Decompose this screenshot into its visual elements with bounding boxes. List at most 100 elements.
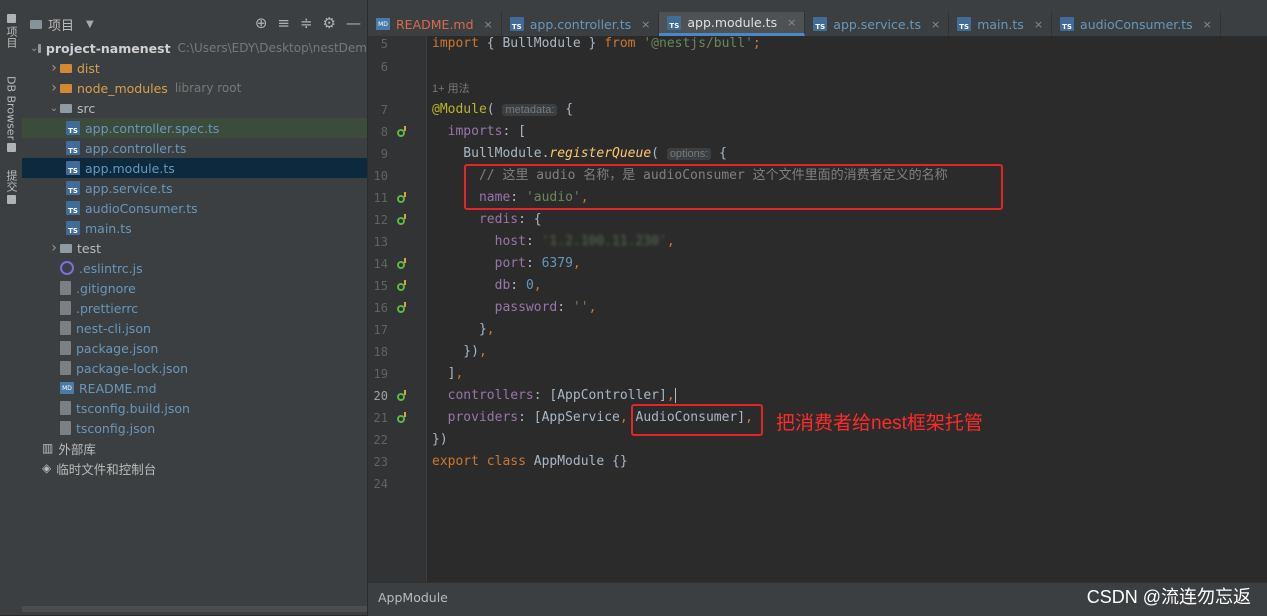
- close-icon[interactable]: ×: [787, 16, 796, 29]
- code-line-13: host: '1.2.100.11.230',: [494, 234, 675, 249]
- close-icon[interactable]: ×: [931, 18, 940, 31]
- tree-item[interactable]: TS main.ts: [22, 218, 367, 238]
- close-icon[interactable]: ×: [484, 18, 493, 31]
- watermark: CSDN @流连勿忘返: [1086, 587, 1251, 607]
- chevron-right-icon[interactable]: ›: [48, 80, 60, 96]
- implementation-marker-icon[interactable]: [397, 390, 406, 401]
- tree-item[interactable]: ◈ 临时文件和控制台: [22, 458, 367, 478]
- tree-item-label: app.controller.spec.ts: [85, 120, 220, 136]
- tree-item[interactable]: .prettierrc: [22, 298, 367, 318]
- tree-item[interactable]: ▥ 外部库: [22, 438, 367, 458]
- code-line-17: },: [432, 322, 495, 337]
- tree-item-label: .eslintrc.js: [79, 260, 143, 276]
- tree-item-label: tsconfig.json: [76, 420, 156, 436]
- tree-item[interactable]: .gitignore: [22, 278, 367, 298]
- tree-item[interactable]: › node_modules library root: [22, 78, 367, 98]
- close-icon[interactable]: ×: [641, 18, 650, 31]
- markdown-file-icon: MD: [60, 382, 74, 394]
- tree-item[interactable]: tsconfig.json: [22, 418, 367, 438]
- breadcrumb-appmodule[interactable]: AppModule: [378, 590, 448, 605]
- code-line-16: password: '',: [494, 300, 597, 315]
- tree-item[interactable]: package.json: [22, 338, 367, 358]
- line-number: 10: [373, 169, 388, 183]
- tree-item-label: 外部库: [58, 441, 96, 457]
- tree-item[interactable]: tsconfig.build.json: [22, 398, 367, 418]
- line-number: 16: [373, 301, 388, 315]
- tree-item-label: dist: [77, 60, 100, 76]
- tree-item[interactable]: TS app.controller.spec.ts: [22, 118, 367, 138]
- line-number: 14: [373, 257, 388, 271]
- commit-icon: [6, 195, 16, 204]
- tree-item-label: app.service.ts: [85, 180, 173, 196]
- gear-icon[interactable]: ⚙: [323, 14, 336, 32]
- project-tool-tab[interactable]: 项目: [3, 14, 19, 48]
- tree-item[interactable]: TS app.service.ts: [22, 178, 367, 198]
- tree-item[interactable]: › test: [22, 238, 367, 258]
- line-number: 18: [373, 345, 388, 359]
- line-number: 5: [380, 37, 388, 51]
- implementation-marker-icon[interactable]: [397, 302, 406, 313]
- editor-tab[interactable]: TS app.service.ts ×: [805, 12, 950, 36]
- collapse-all-icon[interactable]: ≑: [300, 14, 313, 32]
- tree-item-extra: C:\Users\EDY\Desktop\nestDem: [177, 41, 367, 55]
- db-browser-tool-tab[interactable]: DB Browser: [3, 76, 19, 153]
- annotation-text: 把消费者给nest框架托管: [776, 413, 983, 434]
- code-editor[interactable]: 5 6 7 8 9 10 11 12 13 14 15 16 17 18 19 20 21 22 23 24 impo…: [368, 36, 1267, 582]
- code-line-18: }),: [432, 344, 487, 359]
- horizontal-scrollbar[interactable]: [22, 606, 367, 612]
- code-line-15: db: 0,: [494, 278, 542, 293]
- code-line-8: imports: [: [447, 124, 526, 139]
- typescript-file-icon: TS: [66, 141, 80, 155]
- project-panel-header: 项目 ▼ ⊕ ≡ ≑ ⚙ —: [22, 12, 367, 36]
- commit-tool-tab[interactable]: 提交: [3, 170, 19, 204]
- tree-item[interactable]: TS audioConsumer.ts: [22, 198, 367, 218]
- expand-all-icon[interactable]: ≡: [277, 14, 290, 32]
- hide-panel-icon[interactable]: —: [346, 14, 361, 32]
- implementation-marker-icon[interactable]: [397, 412, 406, 423]
- typescript-file-icon: TS: [66, 221, 80, 235]
- locate-file-icon[interactable]: ⊕: [255, 14, 268, 32]
- chevron-down-icon[interactable]: ⌄: [48, 103, 60, 114]
- close-icon[interactable]: ×: [1034, 18, 1043, 31]
- close-icon[interactable]: ×: [1203, 18, 1212, 31]
- typescript-file-icon: TS: [667, 15, 682, 30]
- tree-item-label: package-lock.json: [76, 360, 189, 376]
- implementation-marker-icon[interactable]: [397, 258, 406, 269]
- implementation-marker-icon[interactable]: [397, 214, 406, 225]
- line-number: 20: [373, 389, 388, 403]
- chevron-right-icon[interactable]: ›: [48, 240, 60, 256]
- tree-item-label: package.json: [76, 340, 159, 356]
- line-number: 7: [380, 103, 388, 117]
- tool-window-strip: 项目 DB Browser 提交: [0, 0, 23, 615]
- tree-item[interactable]: ⌄ src: [22, 98, 367, 118]
- chevron-right-icon[interactable]: ›: [48, 60, 60, 76]
- tree-item[interactable]: TS app.controller.ts: [22, 138, 367, 158]
- typescript-file-icon: TS: [957, 17, 972, 31]
- folder-icon: [60, 103, 72, 113]
- usage-hint[interactable]: 1+ 用法: [432, 78, 470, 100]
- folder-icon: [30, 19, 42, 29]
- implementation-marker-icon[interactable]: [397, 280, 406, 291]
- line-number: 22: [373, 433, 388, 447]
- tree-item-label: nest-cli.json: [76, 320, 151, 336]
- typescript-file-icon: TS: [66, 121, 80, 135]
- tree-item[interactable]: MD README.md: [22, 378, 367, 398]
- line-number: 21: [373, 411, 388, 425]
- tree-item-label: project-namenest: [45, 40, 171, 56]
- tree-item[interactable]: .eslintrc.js: [22, 258, 367, 278]
- tree-item[interactable]: nest-cli.json: [22, 318, 367, 338]
- editor-tab[interactable]: TS main.ts ×: [949, 12, 1053, 36]
- chevron-down-icon[interactable]: ⌄: [30, 43, 38, 54]
- tree-item[interactable]: TS app.module.ts: [22, 158, 367, 178]
- tree-item[interactable]: package-lock.json: [22, 358, 367, 378]
- implementation-marker-icon[interactable]: [397, 126, 406, 137]
- tree-item-label: test: [77, 240, 102, 256]
- implementation-marker-icon[interactable]: [397, 192, 406, 203]
- tree-item[interactable]: › dist: [22, 58, 367, 78]
- tree-item[interactable]: ⌄ project-namenest C:\Users\EDY\Desktop\ne…: [22, 38, 367, 58]
- folder-icon: [6, 14, 16, 23]
- tree-item-label: app.controller.ts: [85, 140, 187, 156]
- project-view-selector[interactable]: 项目 ▼: [30, 15, 94, 34]
- editor-tab[interactable]: TS audioConsumer.ts ×: [1052, 12, 1221, 36]
- typescript-file-icon: TS: [66, 181, 80, 195]
